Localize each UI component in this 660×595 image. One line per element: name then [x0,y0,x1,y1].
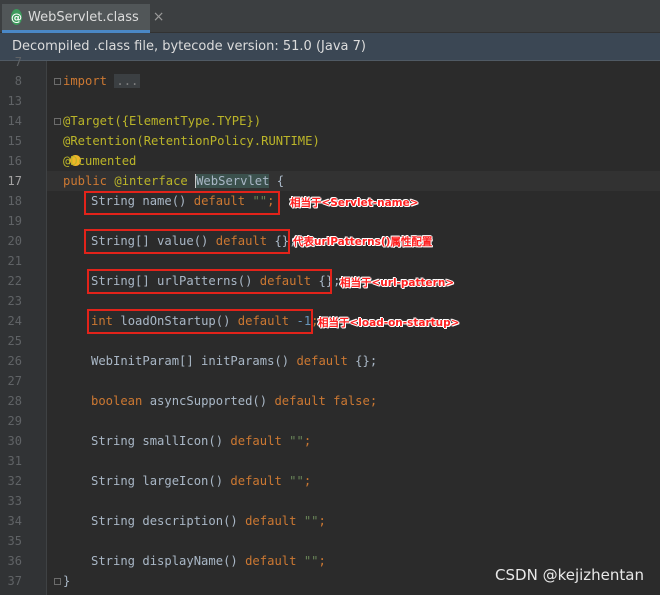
interface-name: WebServlet [195,174,270,188]
line-number: 35 [7,534,22,548]
highlight-box-value [84,229,290,254]
keyword: import [63,74,108,88]
close-icon[interactable]: × [153,9,165,25]
code-line-30[interactable]: String smallIcon() default ""; [91,431,311,451]
method-decl: String displayName() [91,554,246,568]
line-number: 26 [7,354,22,368]
method-decl: WebInitParam[] initParams() [91,354,297,368]
line-number: 15 [7,134,22,148]
brace: { [269,174,285,188]
line-number: 27 [7,374,22,388]
annotation-keyword: @interface [114,174,188,188]
method-decl: String largeIcon() [91,474,231,488]
keyword: default [245,554,297,568]
code-line-26[interactable]: WebInitParam[] initParams() default {}; [91,351,377,371]
line-number: 34 [7,514,22,528]
code-line-17[interactable]: public @interface WebServlet { [63,171,284,191]
code-line-14[interactable]: @Target({ElementType.TYPE}) [63,111,261,131]
keyword: default [296,354,348,368]
annotation: @D [63,154,78,168]
line-number: 31 [7,454,22,468]
line-number: 29 [7,414,22,428]
semicolon: ; [318,514,326,528]
code-line-32[interactable]: String largeIcon() default ""; [91,471,311,491]
annotation-url-pattern: 相当于<url-pattern> [340,277,455,289]
code-line-37[interactable]: } [63,571,70,591]
line-number: 32 [7,474,22,488]
fold-marker-icon[interactable] [54,78,61,85]
decompiled-banner: Decompiled .class file, bytecode version… [0,33,660,61]
line-number: 7 [14,55,22,69]
method-decl: String description() [91,514,246,528]
line-number: 28 [7,394,22,408]
semicolon: ; [318,554,326,568]
fold-marker-icon[interactable] [54,578,61,585]
highlight-box-name [84,191,280,215]
keyword: default [245,514,297,528]
line-number: 8 [14,74,22,88]
code-line-15[interactable]: @Retention(RetentionPolicy.RUNTIME) [63,131,320,151]
code-line-16[interactable]: @Dcumented [63,151,136,171]
method-decl: String smallIcon() [91,434,231,448]
folded-imports[interactable]: ... [114,74,141,88]
highlight-box-loadonstartup [87,309,313,334]
keyword: boolean [91,394,143,408]
watermark: CSDN @kejizhentan [495,566,644,584]
line-number: 20 [7,234,22,248]
keyword: default [274,394,326,408]
semicolon: ; [369,394,378,408]
annotation-file-icon: @ [11,9,22,25]
annotation: @Target({ElementType.TYPE}) [63,114,262,128]
line-number: 25 [7,334,22,348]
line-number: 18 [7,194,22,208]
line-number: 37 [7,574,22,588]
line-number: 19 [7,214,22,228]
editor-tab-bar: @ WebServlet.class × [0,0,660,33]
annotation-servlet-name: 相当于<Servlet-name> [290,197,419,209]
line-number: 24 [7,314,22,328]
keyword: default [230,474,282,488]
line-number: 36 [7,554,22,568]
line-number: 14 [7,114,22,128]
semicolon: ; [303,434,312,448]
line-number: 30 [7,434,22,448]
array-default: {}; [347,354,378,368]
line-number: 17 [7,174,22,188]
fold-marker-icon[interactable] [54,118,61,125]
tab-label: WebServlet.class [28,9,139,25]
line-number: 23 [7,294,22,308]
code-line-28[interactable]: boolean asyncSupported() default false; [91,391,377,411]
line-number: 13 [7,94,22,108]
string-literal: "" [289,474,304,488]
line-number-gutter: 7 8 13 14 15 16 17 18 19 20 21 22 23 24 25 26 27 28 29 30 3… [0,55,47,595]
semicolon: ; [303,474,312,488]
annotation: @Retention(RetentionPolicy.RUNTIME) [63,134,320,148]
annotation-value: 代表urlPatterns()属性配置 [293,236,433,248]
code-line-36[interactable]: String displayName() default ""; [91,551,326,571]
keyword: public [63,174,108,188]
annotation-load-on-startup: 相当于<load-on-startup> [318,317,460,329]
code-line-34[interactable]: String description() default ""; [91,511,326,531]
closing-brace: } [63,574,71,588]
line-number: 21 [7,254,22,268]
keyword: default [230,434,282,448]
string-literal: "" [303,554,319,568]
string-literal: "" [289,434,304,448]
annotation: cumented [77,154,137,168]
tab-webservlet-class[interactable]: @ WebServlet.class × [2,4,164,33]
method-decl: asyncSupported() [142,394,275,408]
keyword: false [325,394,370,408]
code-line-8[interactable]: import ... [63,71,141,91]
line-number: 22 [7,274,22,288]
line-number: 16 [7,154,22,168]
line-number: 33 [7,494,22,508]
highlight-box-urlpatterns [87,269,332,294]
string-literal: "" [303,514,319,528]
